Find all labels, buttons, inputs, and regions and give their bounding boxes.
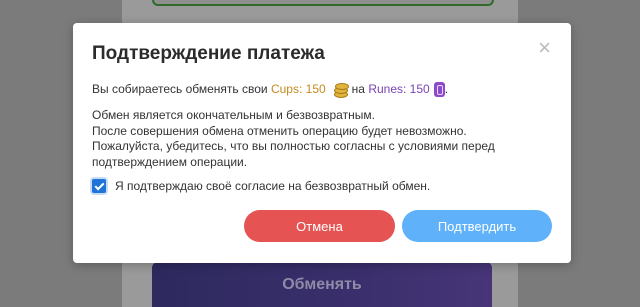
warning-line: подтверждением операции. (92, 154, 248, 169)
cups-amount: Cups: 150 (270, 82, 326, 96)
summary-suffix: . (444, 82, 449, 96)
payment-confirmation-modal: Подтверждение платежа × Вы собираетесь о… (73, 23, 571, 263)
warning-line: Обмен является окончательным и безвозвра… (92, 108, 375, 122)
warning-line: После совершения обмена отменить операци… (92, 123, 467, 138)
summary-middle: на (351, 82, 365, 96)
runes-amount: Runes: 150 (368, 82, 430, 96)
confirm-label: Я подтверждаю своё согласие на безвозвра… (115, 179, 431, 193)
warning-line: Пожалуйста, убедитесь, что вы полностью … (92, 139, 495, 153)
cancel-button[interactable]: Отмена (244, 210, 395, 242)
rune-icon (433, 81, 445, 97)
confirm-agreement-row[interactable]: Я подтверждаю своё согласие на безвозвра… (92, 179, 430, 193)
warning-text: Обмен является окончательным и безвозвра… (92, 108, 495, 170)
exchange-summary: Вы собираетесь обменять свои Cups: 150 н… (92, 81, 449, 98)
cup-coins-icon (330, 81, 349, 98)
summary-prefix: Вы собираетесь обменять свои (92, 82, 268, 96)
confirm-checkbox[interactable] (92, 179, 106, 193)
modal-title: Подтверждение платежа (92, 43, 325, 64)
confirm-button[interactable]: Подтвердить (402, 210, 552, 242)
close-icon[interactable]: × (538, 37, 551, 59)
